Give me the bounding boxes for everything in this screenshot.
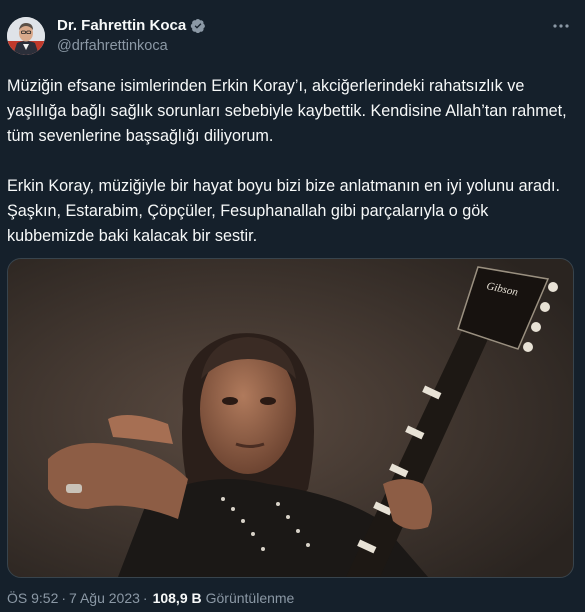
tweet-paragraph-1: Müziğin efsane isimlerinden Erkin Koray’…	[7, 77, 567, 145]
avatar-image	[7, 17, 45, 55]
views-label: Görüntülenme	[205, 590, 295, 606]
author-row: Dr. Fahrettin Koca	[57, 17, 206, 34]
tweet-text: Müziğin efsane isimlerinden Erkin Koray’…	[7, 74, 572, 249]
views-count: 108,9 B	[152, 590, 202, 606]
tweet-time[interactable]: ÖS 9:52	[7, 590, 58, 606]
tweet-photo[interactable]: Gibson	[7, 258, 574, 578]
avatar[interactable]	[7, 17, 45, 55]
tweet-meta: ÖS 9:52 · 7 Ağu 2023 · 108,9 B Görüntüle…	[7, 590, 294, 606]
verified-badge-icon	[191, 18, 206, 33]
meta-separator: ·	[61, 590, 67, 606]
author-handle[interactable]: @drfahrettinkoca	[57, 38, 168, 54]
meta-separator-2: ·	[142, 590, 148, 606]
tweet-date[interactable]: 7 Ağu 2023	[69, 590, 140, 606]
photo-man-with-guitar: Gibson	[8, 259, 573, 577]
more-dots-icon[interactable]	[551, 16, 571, 36]
author-name[interactable]: Dr. Fahrettin Koca	[57, 17, 186, 34]
tweet-paragraph-2: Erkin Koray, müziğiyle bir hayat boyu bi…	[7, 177, 561, 245]
tweet: Dr. Fahrettin Koca @drfahrettinkoca Müzi…	[0, 0, 585, 612]
